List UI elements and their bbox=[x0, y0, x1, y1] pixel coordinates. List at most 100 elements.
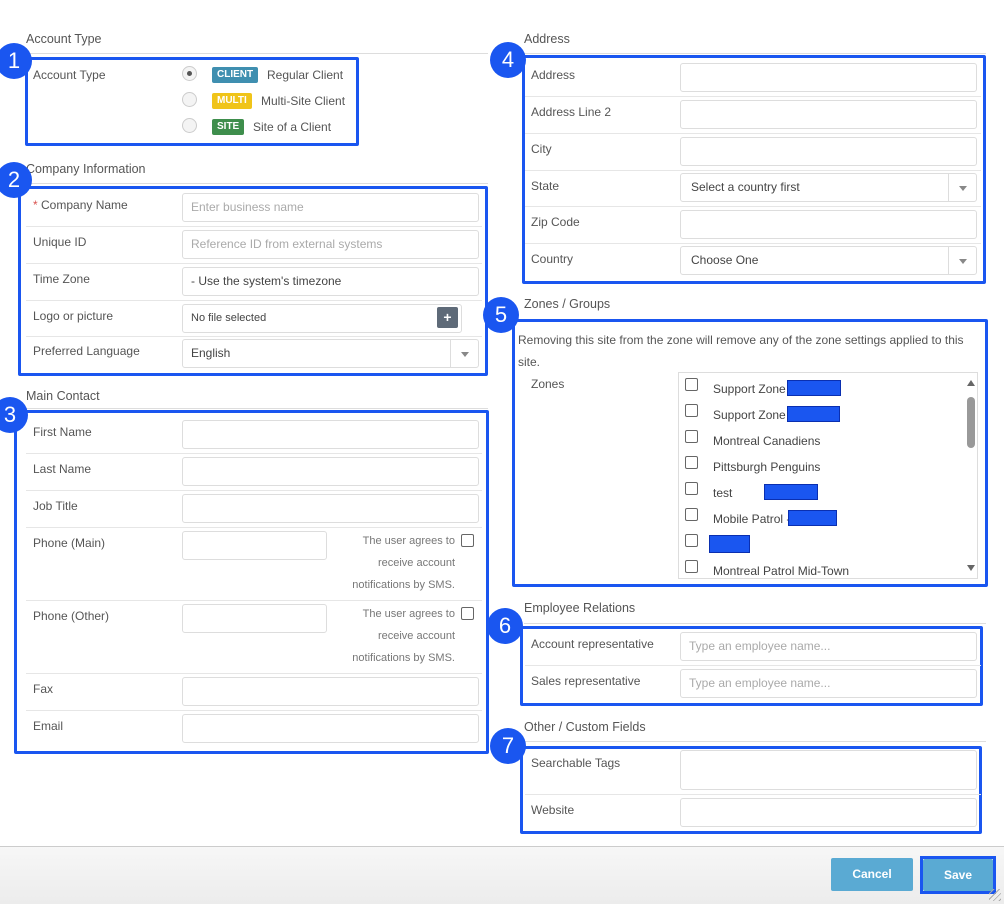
radio-site-label[interactable]: Site of a Client bbox=[253, 120, 331, 134]
city-label: City bbox=[531, 142, 552, 156]
row-divider bbox=[525, 206, 981, 207]
scroll-up-icon[interactable] bbox=[967, 380, 975, 386]
unique-id-input[interactable]: Reference ID from external systems bbox=[182, 230, 479, 259]
section-title-main-contact: Main Contact bbox=[26, 389, 100, 403]
row-divider bbox=[525, 170, 981, 171]
first-name-label: First Name bbox=[33, 425, 92, 439]
sms-line: The user agrees to bbox=[362, 535, 455, 547]
cancel-button[interactable]: Cancel bbox=[831, 858, 913, 891]
country-value: Choose One bbox=[691, 253, 759, 267]
scrollbar-thumb[interactable] bbox=[967, 397, 975, 448]
section-divider bbox=[26, 183, 488, 184]
radio-multi[interactable] bbox=[182, 92, 197, 107]
client-tag: CLIENT bbox=[212, 67, 259, 83]
email-label: Email bbox=[33, 719, 64, 733]
company-name-label: * Company Name bbox=[33, 198, 128, 212]
zones-list[interactable]: Support Zone Support Zone Montreal Canad… bbox=[678, 372, 978, 579]
phone-main-label: Phone (Main) bbox=[33, 536, 106, 550]
zone-checkbox[interactable] bbox=[685, 508, 698, 521]
state-select[interactable]: Select a country first bbox=[680, 173, 977, 202]
sms-consent-other: The user agrees to receive account notific… bbox=[335, 603, 455, 669]
row-divider bbox=[26, 527, 482, 528]
sms-line: The user agrees to bbox=[362, 608, 455, 620]
address-input[interactable] bbox=[680, 63, 977, 92]
logo-file-input[interactable]: No file selected bbox=[182, 304, 462, 333]
city-input[interactable] bbox=[680, 137, 977, 166]
section-title-custom-fields: Other / Custom Fields bbox=[524, 720, 646, 734]
fax-input[interactable] bbox=[182, 677, 479, 706]
required-mark: * bbox=[33, 198, 38, 212]
save-button[interactable]: Save bbox=[923, 859, 993, 891]
zones-notice: Removing this site from the zone will re… bbox=[518, 329, 964, 373]
zones-label: Zones bbox=[531, 377, 565, 391]
resize-handle-icon[interactable] bbox=[989, 889, 1001, 901]
time-zone-input[interactable]: - Use the system's timezone bbox=[182, 267, 479, 296]
zone-label: Pittsburgh Penguins bbox=[713, 460, 821, 474]
zone-checkbox[interactable] bbox=[685, 534, 698, 547]
section-title-address: Address bbox=[524, 32, 570, 46]
account-type-label: Account Type bbox=[33, 68, 106, 82]
address-line2-label: Address Line 2 bbox=[531, 105, 612, 119]
last-name-input[interactable] bbox=[182, 457, 479, 486]
section-divider bbox=[524, 741, 986, 742]
phone-main-input[interactable] bbox=[182, 531, 327, 560]
chevron-down-icon[interactable] bbox=[948, 174, 976, 201]
email-input[interactable] bbox=[182, 714, 479, 743]
redaction-mark bbox=[787, 380, 841, 396]
radio-client[interactable] bbox=[182, 66, 197, 81]
zone-checkbox[interactable] bbox=[685, 482, 698, 495]
tags-label: Searchable Tags bbox=[531, 756, 621, 770]
first-name-input[interactable] bbox=[182, 420, 479, 449]
country-select[interactable]: Choose One bbox=[680, 246, 977, 275]
site-tag: SITE bbox=[212, 119, 245, 135]
annotation-badge: 4 bbox=[490, 42, 526, 78]
tags-input[interactable] bbox=[680, 750, 977, 790]
company-name-input[interactable]: Enter business name bbox=[182, 193, 479, 222]
radio-site[interactable] bbox=[182, 118, 197, 133]
sms-line: notifications by SMS. bbox=[352, 579, 455, 591]
unique-id-label: Unique ID bbox=[33, 235, 87, 249]
radio-multi-label[interactable]: Multi-Site Client bbox=[261, 94, 345, 108]
zone-label: Support Zone bbox=[713, 408, 786, 422]
language-select[interactable]: English bbox=[182, 339, 479, 368]
account-rep-input[interactable]: Type an employee name... bbox=[680, 632, 977, 661]
chevron-down-icon[interactable] bbox=[450, 340, 478, 367]
row-divider bbox=[26, 490, 482, 491]
address-line2-input[interactable] bbox=[680, 100, 977, 129]
zone-checkbox[interactable] bbox=[685, 560, 698, 573]
last-name-label: Last Name bbox=[33, 462, 92, 476]
radio-client-label[interactable]: Regular Client bbox=[267, 68, 343, 82]
website-input[interactable] bbox=[680, 798, 977, 827]
zone-checkbox[interactable] bbox=[685, 378, 698, 391]
row-divider bbox=[26, 673, 482, 674]
job-title-input[interactable] bbox=[182, 494, 479, 523]
sms-line: receive account bbox=[377, 557, 455, 569]
sales-rep-input[interactable]: Type an employee name... bbox=[680, 669, 977, 698]
zip-code-label: Zip Code bbox=[531, 215, 580, 229]
logo-file-name: No file selected bbox=[191, 312, 267, 324]
zone-label: Montreal Patrol Mid-Town bbox=[713, 564, 850, 578]
sms-line: receive account bbox=[377, 630, 455, 642]
redaction-mark bbox=[764, 484, 818, 500]
section-divider bbox=[524, 623, 986, 624]
redaction-mark bbox=[788, 510, 837, 526]
zip-code-input[interactable] bbox=[680, 210, 977, 239]
phone-other-input[interactable] bbox=[182, 604, 327, 633]
sms-consent-main: The user agrees to receive account notific… bbox=[335, 530, 455, 596]
add-file-button[interactable]: + bbox=[437, 307, 458, 328]
sms-consent-other-checkbox[interactable] bbox=[461, 607, 474, 620]
zone-checkbox[interactable] bbox=[685, 430, 698, 443]
zones-notice-line: site. bbox=[518, 355, 541, 369]
row-divider bbox=[26, 710, 482, 711]
zone-checkbox[interactable] bbox=[685, 456, 698, 469]
sales-rep-label: Sales representative bbox=[531, 674, 641, 688]
country-label: Country bbox=[531, 252, 574, 266]
zone-checkbox[interactable] bbox=[685, 404, 698, 417]
multi-tag: MULTI bbox=[212, 93, 252, 109]
scroll-down-icon[interactable] bbox=[967, 565, 975, 571]
row-divider bbox=[26, 226, 482, 227]
chevron-down-icon[interactable] bbox=[948, 247, 976, 274]
job-title-label: Job Title bbox=[33, 499, 78, 513]
sms-consent-main-checkbox[interactable] bbox=[461, 534, 474, 547]
zones-scrollbar[interactable] bbox=[964, 373, 977, 578]
